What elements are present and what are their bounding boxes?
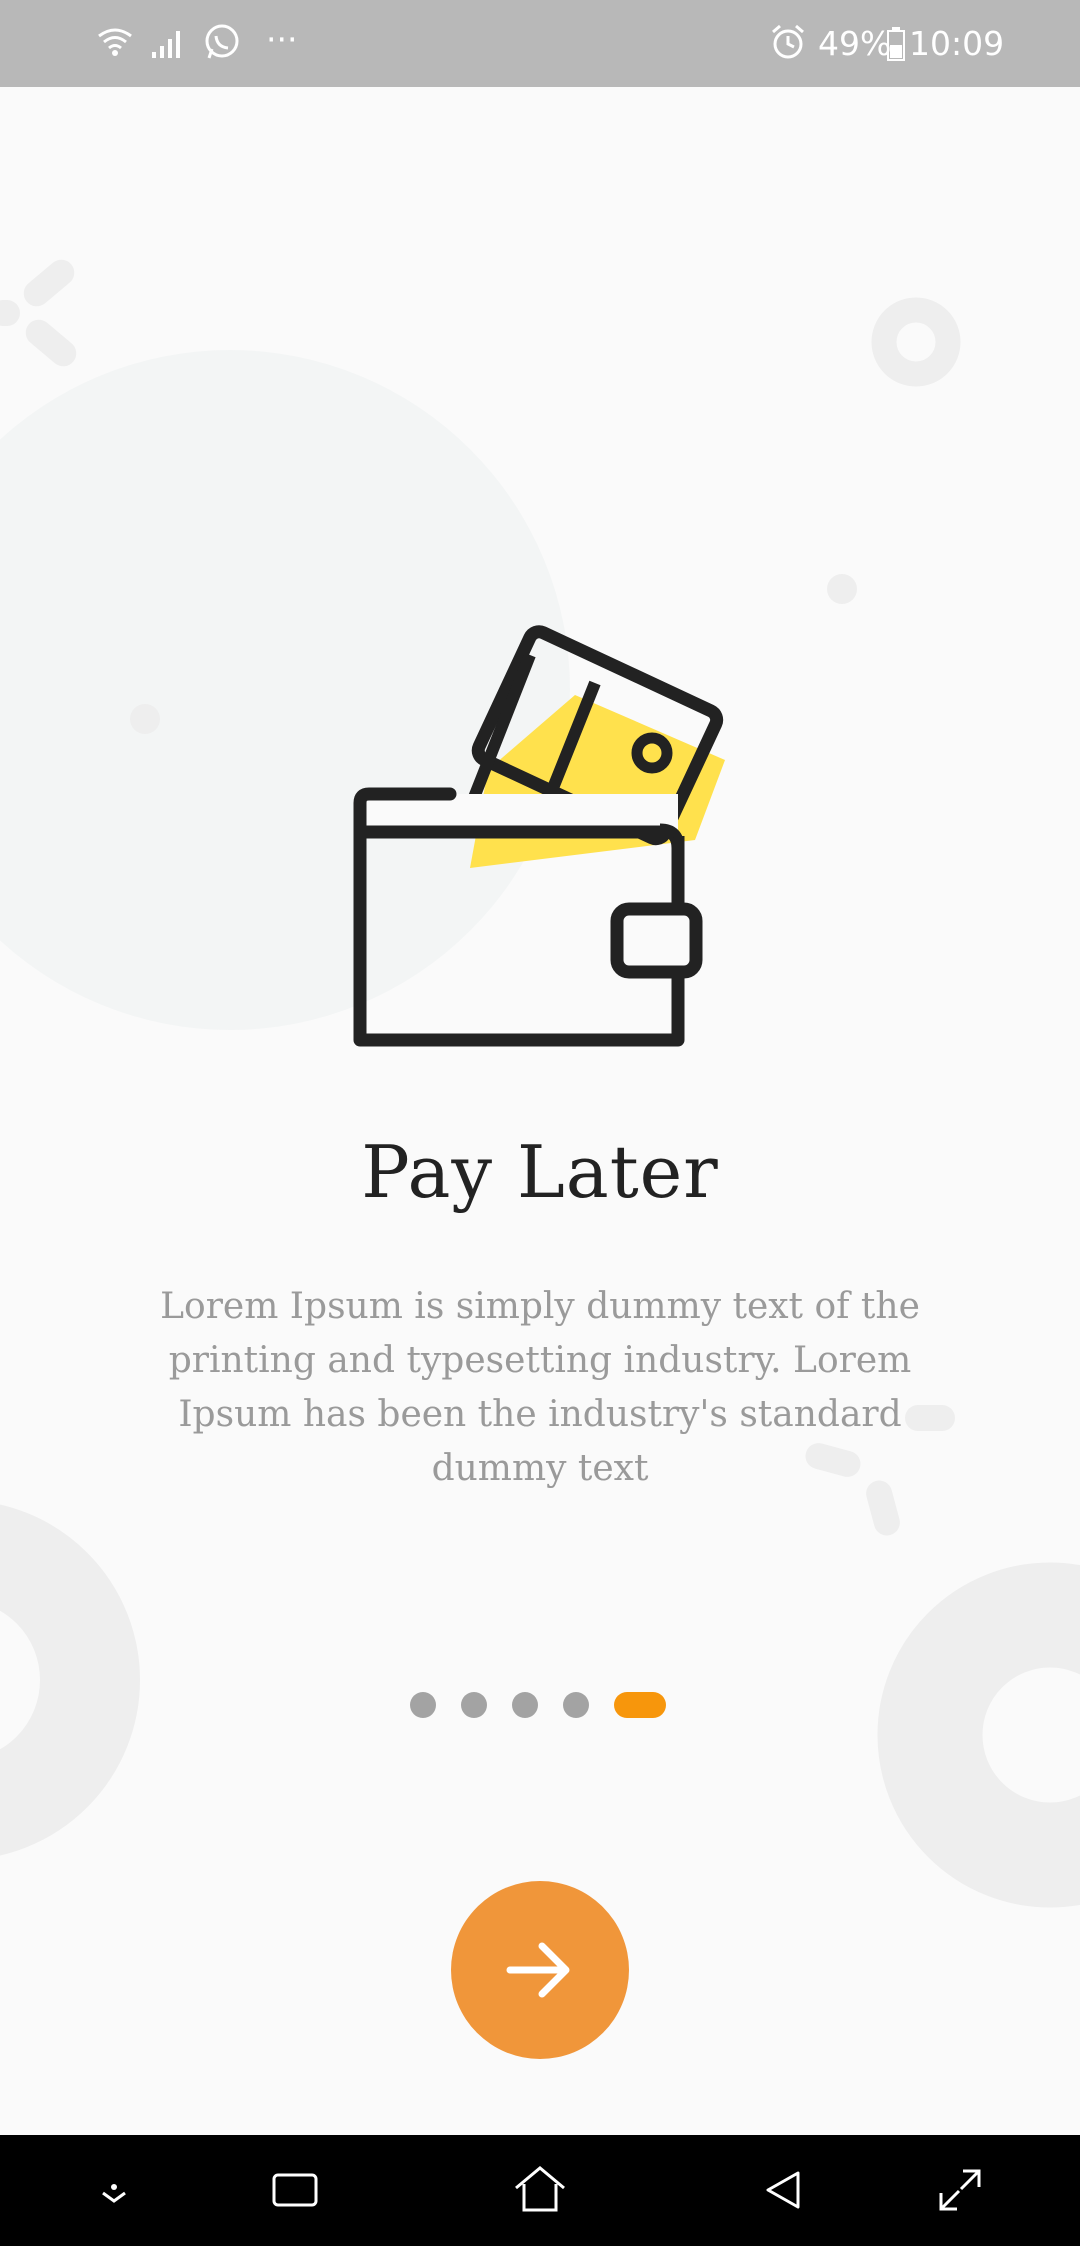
clock: 10:09 [909, 24, 1005, 63]
back-button[interactable] [750, 2155, 820, 2225]
recents-button[interactable] [260, 2155, 330, 2225]
page-dot-1[interactable] [410, 1692, 436, 1718]
home-button[interactable] [505, 2155, 575, 2225]
recents-icon [272, 2173, 318, 2207]
next-button[interactable] [451, 1881, 629, 2059]
navigation-bar [0, 2135, 1080, 2246]
page-dot-2[interactable] [461, 1692, 487, 1718]
alarm-icon [772, 24, 804, 59]
page-indicator [410, 1692, 666, 1718]
back-icon [766, 2171, 800, 2209]
page-dot-5-active[interactable] [614, 1692, 666, 1718]
home-icon [515, 2166, 565, 2212]
signal-icon [152, 31, 180, 58]
battery-icon [887, 27, 905, 61]
battery-percentage: 49% [818, 24, 892, 63]
background-decoration [0, 259, 1080, 1908]
whatsapp-icon [205, 24, 239, 59]
hide-keyboard-button[interactable] [79, 2155, 149, 2225]
page-description: Lorem Ipsum is simply dummy text of the … [160, 1286, 920, 1489]
page-dot-4[interactable] [563, 1692, 589, 1718]
page-dot-3[interactable] [512, 1692, 538, 1718]
wallet-card-icon [353, 625, 725, 1047]
expand-button[interactable] [925, 2155, 995, 2225]
status-bar: ··· 49% 10:09 [0, 0, 1080, 87]
more-notifications-indicator: ··· [266, 20, 298, 59]
hide-keyboard-icon [102, 2184, 126, 2203]
wifi-icon [98, 28, 132, 56]
arrow-right-icon [506, 1942, 570, 1998]
page-title: Pay Later [361, 1130, 719, 1214]
expand-icon [939, 2169, 981, 2211]
